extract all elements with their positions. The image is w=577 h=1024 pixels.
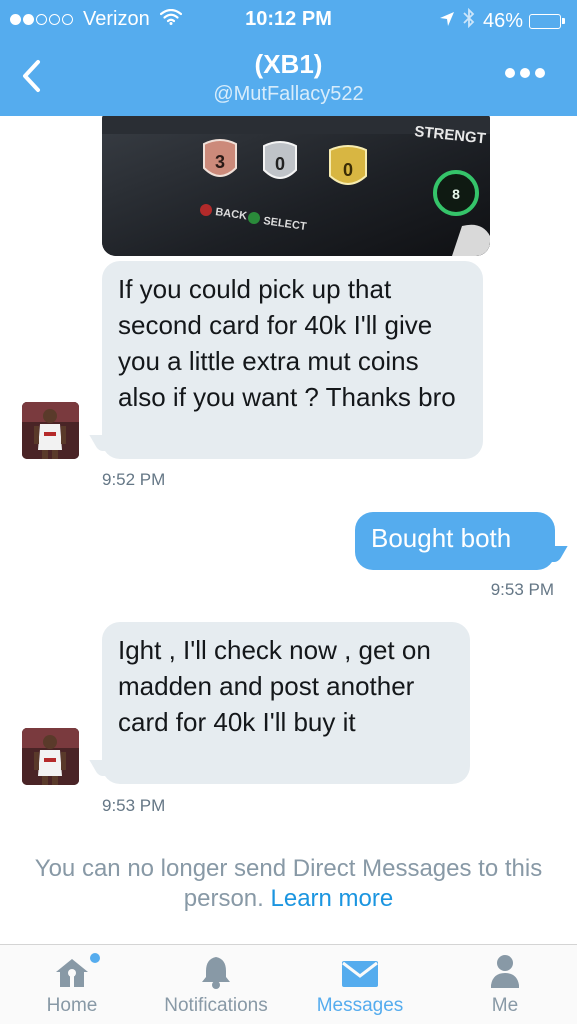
conversation-title: (XB1) — [254, 49, 323, 79]
tab-home[interactable]: Home — [30, 945, 114, 1024]
rating-badge-gold: 0 — [343, 160, 353, 180]
envelope-icon — [340, 945, 380, 989]
tab-me[interactable]: Me — [470, 945, 540, 1024]
player-avatar-image — [22, 402, 79, 459]
tab-label: Home — [46, 995, 98, 1016]
status-bar: Verizon 10:12 PM 46% — [0, 0, 577, 38]
more-dot — [520, 68, 530, 78]
dm-conversation-screen: Verizon 10:12 PM 46% (XB1) @MutFallacy52… — [0, 0, 577, 1024]
message-text: If you could pick up that second card fo… — [118, 274, 456, 412]
message-text: Ight , I'll check now , get on madden an… — [118, 635, 431, 737]
photo-circle-value: 8 — [452, 186, 460, 202]
conversation-title-block[interactable]: (XB1) @MutFallacy522 — [0, 49, 577, 107]
tab-bar: Home Notifications Messages Me — [0, 944, 577, 1024]
notification-dot — [90, 953, 100, 963]
photo-message[interactable]: STRENGT 3 0 0 8 BACK SELECT — [102, 116, 490, 256]
message-text: Bought both — [371, 523, 512, 553]
status-right: 46% — [439, 7, 565, 34]
message-bubble-incoming[interactable]: If you could pick up that second card fo… — [102, 261, 483, 459]
message-timestamp: 9:53 PM — [490, 580, 554, 599]
more-dot — [535, 68, 545, 78]
learn-more-link[interactable]: Learn more — [271, 885, 394, 912]
dm-disabled-notice: You can no longer send Direct Messages t… — [20, 854, 557, 914]
battery-percent: 46% — [482, 9, 523, 32]
avatar[interactable] — [22, 728, 79, 785]
rating-badge-bronze: 3 — [215, 152, 225, 172]
more-dot — [505, 68, 515, 78]
bell-icon — [200, 945, 232, 989]
location-arrow-icon — [439, 10, 455, 33]
battery-icon — [529, 13, 565, 29]
message-bubble-incoming[interactable]: Ight , I'll check now , get on madden an… — [102, 622, 470, 784]
tab-label: Me — [491, 995, 519, 1016]
tab-notifications[interactable]: Notifications — [152, 945, 280, 1024]
avatar[interactable] — [22, 402, 79, 459]
rating-badge-silver: 0 — [275, 154, 285, 174]
message-bubble-outgoing[interactable]: Bought both — [355, 512, 555, 570]
more-options-button[interactable] — [500, 68, 545, 78]
person-icon — [489, 945, 521, 989]
conversation-handle: @MutFallacy522 — [213, 83, 364, 105]
player-avatar-image — [22, 728, 79, 785]
tab-label: Messages — [316, 995, 404, 1016]
game-screen-photo: STRENGT 3 0 0 8 BACK SELECT — [102, 116, 490, 256]
message-timestamp: 9:53 PM — [102, 796, 166, 815]
message-timestamp: 9:52 PM — [102, 470, 166, 489]
tab-messages[interactable]: Messages — [308, 945, 412, 1024]
tab-label: Notifications — [164, 995, 268, 1016]
header: Verizon 10:12 PM 46% (XB1) @MutFallacy52… — [0, 0, 577, 116]
bluetooth-icon — [463, 7, 475, 34]
message-thread[interactable]: STRENGT 3 0 0 8 BACK SELECT If you could… — [0, 116, 577, 944]
home-icon — [54, 945, 100, 989]
